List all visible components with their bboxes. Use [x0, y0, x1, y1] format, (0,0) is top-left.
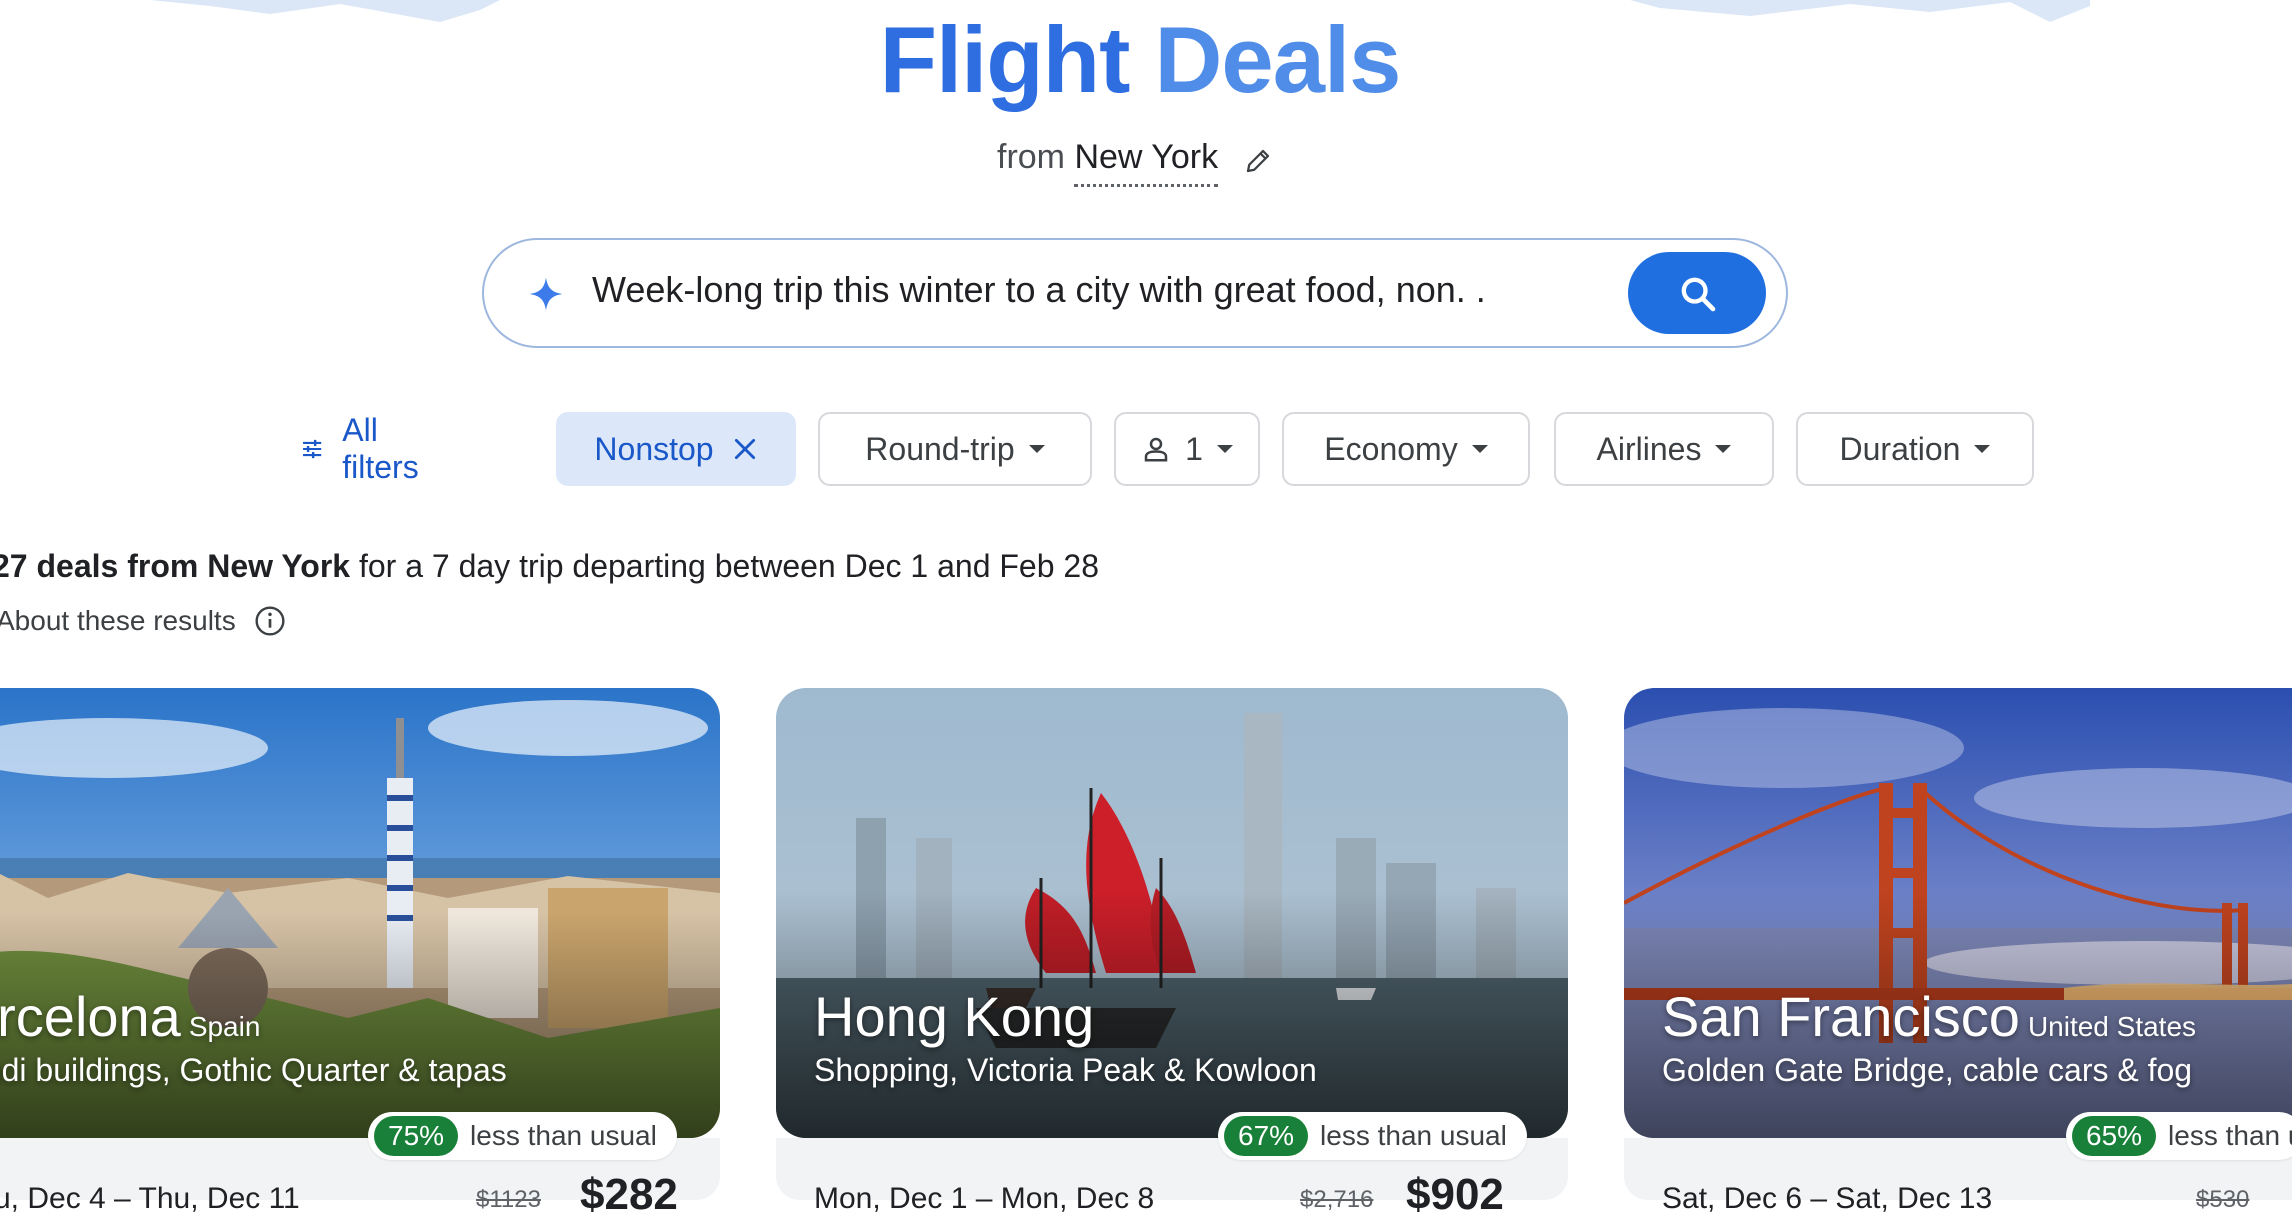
- about-results-label: About these results: [0, 605, 236, 636]
- deal-price: $902: [1406, 1170, 1504, 1219]
- city-name: arcelonaSpain: [0, 984, 260, 1049]
- discount-text: less than usual: [1320, 1120, 1507, 1151]
- discount-text: less than usual: [470, 1120, 657, 1151]
- cabin-class-dropdown[interactable]: Economy: [1282, 412, 1530, 486]
- chevron-down-icon: [1974, 445, 1991, 453]
- page-title: Flight Deals: [0, 8, 2280, 112]
- about-results-link[interactable]: About these results: [0, 605, 286, 637]
- origin-city[interactable]: New York: [1074, 138, 1219, 187]
- city-title: San Francisco: [1662, 985, 2020, 1048]
- results-count: 27 deals from New York: [0, 548, 351, 584]
- usual-price: $1123: [476, 1186, 541, 1213]
- trip-dates: Mon, Dec 1 – Mon, Dec 8: [814, 1182, 1155, 1215]
- deal-price: $282: [580, 1170, 678, 1219]
- country-label: United States: [2027, 1011, 2197, 1042]
- title-word-flight: Flight: [879, 7, 1131, 112]
- airlines-dropdown[interactable]: Airlines: [1554, 412, 1774, 486]
- passengers-dropdown[interactable]: 1: [1114, 412, 1260, 486]
- chevron-down-icon: [1471, 445, 1488, 453]
- discount-percent: 67%: [1224, 1116, 1309, 1156]
- city-name: San Francisco United States: [1662, 984, 2196, 1049]
- search-button[interactable]: [1628, 252, 1766, 334]
- person-icon: [1144, 437, 1168, 462]
- search-bar[interactable]: Week-long trip this winter to a city wit…: [482, 238, 1788, 348]
- nonstop-chip[interactable]: Nonstop: [556, 412, 796, 486]
- airlines-label: Airlines: [1596, 430, 1702, 467]
- pencil-icon[interactable]: [1243, 146, 1273, 176]
- origin-selector[interactable]: from New York: [997, 138, 1219, 187]
- search-icon: [1681, 277, 1716, 312]
- all-filters-button[interactable]: All filters: [300, 412, 428, 486]
- discount-text: less than u: [2168, 1120, 2292, 1151]
- trip-type-dropdown[interactable]: Round-trip: [818, 412, 1092, 486]
- city-tagline: audi buildings, Gothic Quarter & tapas: [0, 1052, 507, 1088]
- deal-badge: 65% less than u: [2066, 1112, 2292, 1160]
- city-tagline: Shopping, Victoria Peak & Kowloon: [814, 1052, 1317, 1088]
- city-tagline: Golden Gate Bridge, cable cars & fog: [1662, 1052, 2193, 1088]
- all-filters-label: All filters: [342, 412, 419, 485]
- close-icon[interactable]: [732, 436, 758, 462]
- trip-dates: Sat, Dec 6 – Sat, Dec 13: [1662, 1182, 1993, 1215]
- discount-percent: 75%: [374, 1116, 459, 1156]
- results-details: for a 7 day trip departing between Dec 1…: [350, 548, 1099, 584]
- nonstop-label: Nonstop: [594, 430, 714, 467]
- trip-type-label: Round-trip: [865, 430, 1015, 467]
- deal-badge: 75% less than usual: [368, 1112, 677, 1160]
- city-title: arcelona: [0, 985, 181, 1048]
- chevron-down-icon: [1715, 445, 1732, 453]
- cabin-class-label: Economy: [1324, 430, 1458, 467]
- results-summary: 27 deals from New York for a 7 day trip …: [0, 548, 1099, 585]
- deal-card-barcelona[interactable]: arcelonaSpain audi buildings, Gothic Qua…: [0, 688, 720, 1138]
- chevron-down-icon: [1028, 445, 1045, 453]
- sparkle-icon: [529, 277, 563, 311]
- deal-badge: 67% less than usual: [1218, 1112, 1527, 1160]
- usual-price: $530: [2196, 1186, 2250, 1213]
- deal-card-san-francisco[interactable]: San Francisco United States Golden Gate B…: [1624, 688, 2292, 1138]
- trip-dates: u, Dec 4 – Thu, Dec 11: [0, 1182, 300, 1215]
- info-icon[interactable]: [254, 605, 286, 637]
- chevron-down-icon: [1216, 445, 1233, 453]
- duration-dropdown[interactable]: Duration: [1796, 412, 2034, 486]
- search-input[interactable]: Week-long trip this winter to a city wit…: [592, 269, 1486, 311]
- duration-label: Duration: [1839, 430, 1961, 467]
- city-name: Hong Kong: [814, 984, 1102, 1049]
- discount-percent: 65%: [2072, 1116, 2157, 1156]
- deal-card-hong-kong[interactable]: Hong Kong Shopping, Victoria Peak & Kowl…: [776, 688, 1568, 1138]
- from-label: from: [997, 138, 1065, 176]
- city-title: Hong Kong: [814, 985, 1095, 1048]
- tune-icon: [303, 439, 322, 459]
- passengers-count: 1: [1185, 430, 1203, 467]
- usual-price: $2,716: [1300, 1186, 1374, 1213]
- country-label: Spain: [188, 1011, 261, 1042]
- title-word-deals: Deals: [1154, 7, 1402, 112]
